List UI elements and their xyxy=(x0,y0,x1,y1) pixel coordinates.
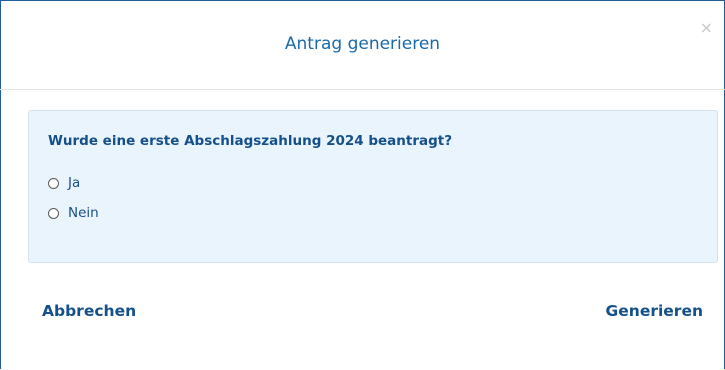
generate-button[interactable]: Generieren xyxy=(606,302,703,320)
cancel-button[interactable]: Abbrechen xyxy=(42,302,136,320)
close-icon[interactable]: × xyxy=(700,20,713,36)
option-nein[interactable]: Nein xyxy=(48,205,99,221)
option-ja-label[interactable]: Ja xyxy=(68,175,80,191)
dialog-header: Antrag generieren × xyxy=(0,0,725,90)
radio-unchecked-icon[interactable] xyxy=(48,207,59,219)
question-text: Wurde eine erste Abschlagszahlung 2024 b… xyxy=(48,133,453,149)
option-ja[interactable]: Ja xyxy=(48,175,80,191)
question-panel: Wurde eine erste Abschlagszahlung 2024 b… xyxy=(28,110,718,263)
dialog-title: Antrag generieren xyxy=(284,34,441,54)
option-nein-label[interactable]: Nein xyxy=(68,205,99,221)
radio-unchecked-icon[interactable] xyxy=(48,177,59,189)
